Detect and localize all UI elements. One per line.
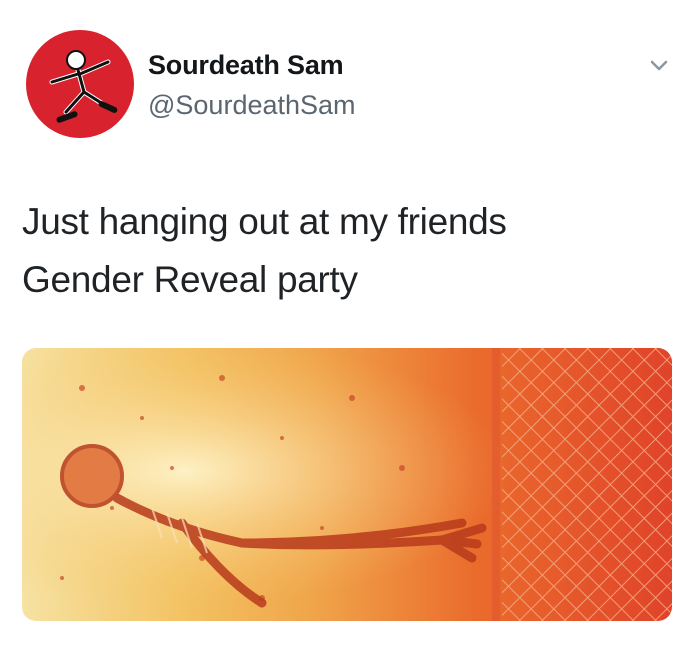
skeleton-fence-explosion-image <box>22 348 672 621</box>
avatar[interactable] <box>26 30 134 138</box>
tweet-media-image[interactable] <box>22 348 672 621</box>
tweet-text-line: Just hanging out at my friends <box>22 201 507 242</box>
chevron-down-icon[interactable] <box>646 52 672 78</box>
skeleton-skater-icon <box>49 50 118 123</box>
author-name[interactable]: Sourdeath Sam <box>148 50 344 81</box>
tweet-text-line: Gender Reveal party <box>22 259 358 300</box>
author-handle[interactable]: @SourdeathSam <box>148 90 356 121</box>
tweet-text: Just hanging out at my friends Gender Re… <box>22 193 672 309</box>
